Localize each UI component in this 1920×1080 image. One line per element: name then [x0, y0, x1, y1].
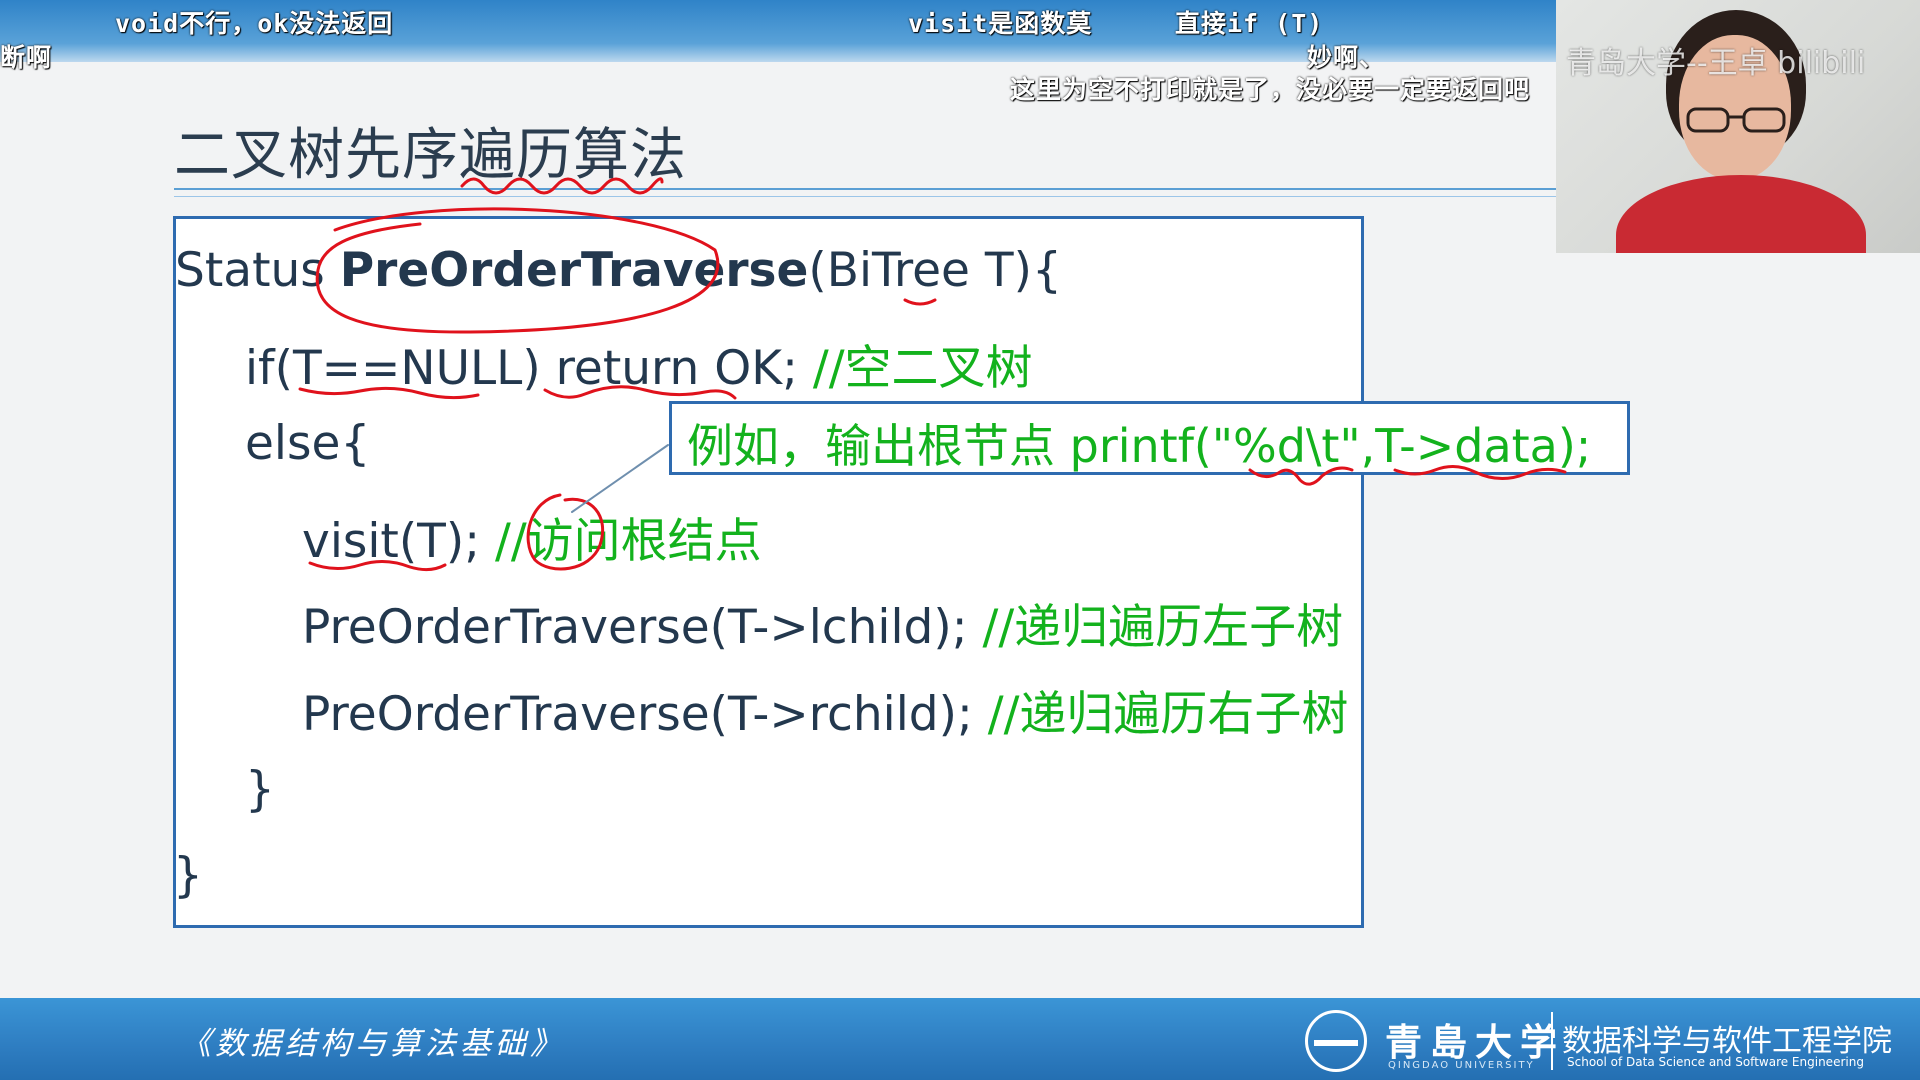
code-close-else: }	[245, 762, 275, 817]
code-line-8: }	[173, 848, 203, 903]
danmaku-comment-2: visit是函数莫	[908, 9, 1093, 38]
bilibili-watermark: 青岛大学--王卓 bilibili	[1566, 46, 1866, 81]
footer-divider	[1551, 1012, 1553, 1070]
title-rule	[174, 188, 1556, 190]
code-if: if(T==NULL) return OK;	[245, 341, 813, 396]
code-comment-left-subtree: //递归遍历左子树	[982, 600, 1344, 655]
danmaku-comment-6: 这里为空不打印就是了，没必要一定要返回吧	[1010, 75, 1531, 104]
danmaku-comment-3: 直接if (T)	[1175, 9, 1324, 38]
university-name: 青島大学	[1385, 1020, 1565, 1064]
course-title: 《数据结构与算法基础》	[180, 1026, 565, 1062]
danmaku-comment-4: 断啊	[0, 43, 53, 72]
code-comment-visit-root: //访问根结点	[495, 514, 762, 569]
title-rule-thin	[174, 196, 1556, 197]
code-recurse-right: PreOrderTraverse(T->rchild);	[302, 687, 988, 742]
code-line-1: Status PreOrderTraverse(BiTree T){	[175, 243, 1062, 298]
danmaku-comment-1: void不行，ok没法返回	[115, 9, 394, 38]
code-comment-right-subtree: //递归遍历右子树	[987, 687, 1349, 742]
webcam-glasses-icon	[1686, 107, 1786, 133]
university-emblem-icon	[1305, 1010, 1367, 1072]
code-status: Status	[175, 243, 340, 298]
code-params: (BiTree T){	[808, 243, 1062, 298]
code-line-6: PreOrderTraverse(T->rchild); //递归遍历右子树	[302, 675, 1348, 744]
danmaku-comment-5: 妙啊、	[1307, 43, 1386, 72]
code-close-function: }	[173, 848, 203, 903]
code-else: else{	[245, 416, 371, 471]
webcam-presenter-jacket	[1616, 175, 1866, 253]
callout-box: 例如，输出根节点 printf("%d\t",T->data);	[669, 401, 1630, 475]
code-line-5: PreOrderTraverse(T->lchild); //递归遍历左子树	[302, 588, 1343, 657]
code-recurse-left: PreOrderTraverse(T->lchild);	[302, 600, 983, 655]
callout-text: 例如，输出根节点 printf("%d\t",T->data);	[687, 419, 1592, 473]
code-function-name: PreOrderTraverse	[339, 243, 809, 298]
code-line-4: visit(T); //访问根结点	[302, 502, 762, 571]
code-box	[173, 216, 1364, 928]
code-line-7: }	[245, 762, 275, 817]
slide-title: 二叉树先序遍历算法	[174, 123, 687, 188]
code-line-3: else{	[245, 416, 370, 471]
code-line-2: if(T==NULL) return OK; //空二叉树	[245, 329, 1033, 398]
college-name: 数据科学与软件工程学院	[1562, 1024, 1892, 1059]
code-comment-empty-tree: //空二叉树	[812, 341, 1033, 396]
university-name-en: QINGDAO UNIVERSITY	[1388, 1060, 1535, 1071]
code-visit: visit(T);	[302, 514, 496, 569]
college-name-en: School of Data Science and Software Engi…	[1567, 1055, 1864, 1069]
